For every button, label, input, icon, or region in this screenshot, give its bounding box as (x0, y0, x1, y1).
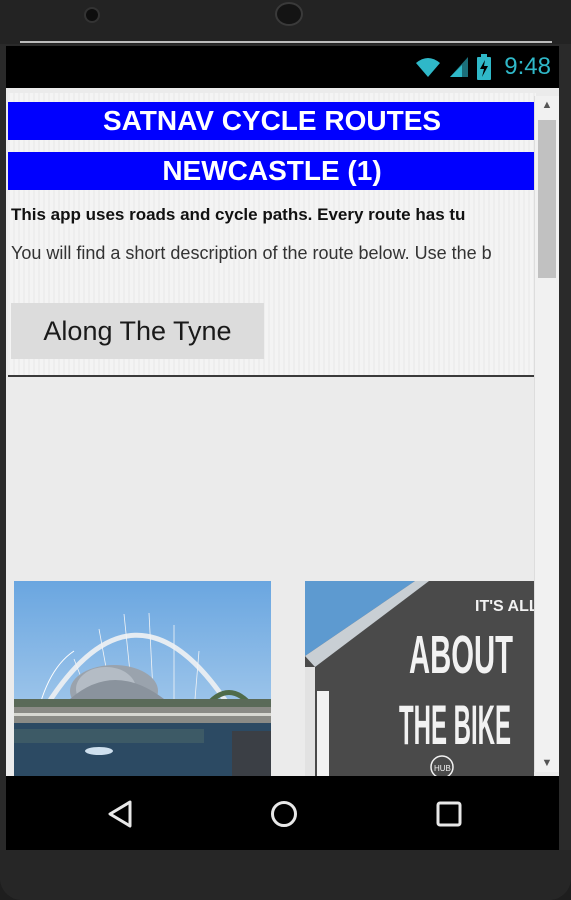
about-the-bike-photo[interactable]: IT'S ALL ABOUT THE BIKE HUB (305, 581, 534, 776)
back-icon (108, 800, 132, 828)
mural-text-2: ABOUT (409, 625, 513, 685)
scroll-down-arrow-icon[interactable]: ▼ (535, 754, 559, 772)
scroll-up-arrow-icon[interactable]: ▲ (535, 96, 559, 114)
navigation-bar (6, 776, 559, 850)
app-screen: SATNAV CYCLE ROUTES NEWCASTLE (1) This a… (6, 88, 559, 776)
home-button[interactable] (264, 794, 304, 834)
wifi-icon (416, 58, 441, 77)
top-bezel (0, 0, 571, 44)
app-title: SATNAV CYCLE ROUTES (8, 102, 536, 140)
bottom-bezel (0, 850, 571, 900)
recents-icon (436, 801, 462, 827)
vertical-scrollbar[interactable]: ▲ ▼ (534, 96, 559, 772)
home-icon (271, 801, 297, 827)
clock: 9:48 (504, 53, 551, 80)
recents-button[interactable] (429, 794, 469, 834)
phone-frame: 9:48 SATNAV CYCLE ROUTES NEWCASTLE (1) T… (0, 0, 571, 900)
bridge-illustration (14, 581, 271, 776)
hub-badge-text: HUB (434, 764, 451, 773)
status-icons: 9:48 (414, 53, 551, 81)
camera (86, 9, 98, 21)
intro-bold-text: This app uses roads and cycle paths. Eve… (11, 205, 466, 224)
bike-hub-illustration: IT'S ALL ABOUT THE BIKE HUB (305, 581, 534, 776)
scroll-thumb[interactable] (538, 120, 556, 278)
speaker (277, 4, 301, 24)
back-button[interactable] (100, 794, 140, 834)
intro-text: You will find a short description of the… (11, 243, 492, 263)
bezel-divider (20, 41, 552, 43)
along-the-tyne-button[interactable]: Along The Tyne (11, 303, 264, 359)
status-bar: 9:48 (6, 46, 559, 88)
mural-text-1: IT'S ALL (475, 598, 534, 615)
app-subtitle: NEWCASTLE (1) (8, 152, 536, 190)
battery-charging-icon (477, 54, 492, 80)
header-panel: SATNAV CYCLE ROUTES NEWCASTLE (1) This a… (8, 93, 536, 377)
mural-text-3: THE BIKE (399, 693, 511, 756)
signal-icon (450, 57, 469, 77)
bridge-photo[interactable] (14, 581, 271, 776)
